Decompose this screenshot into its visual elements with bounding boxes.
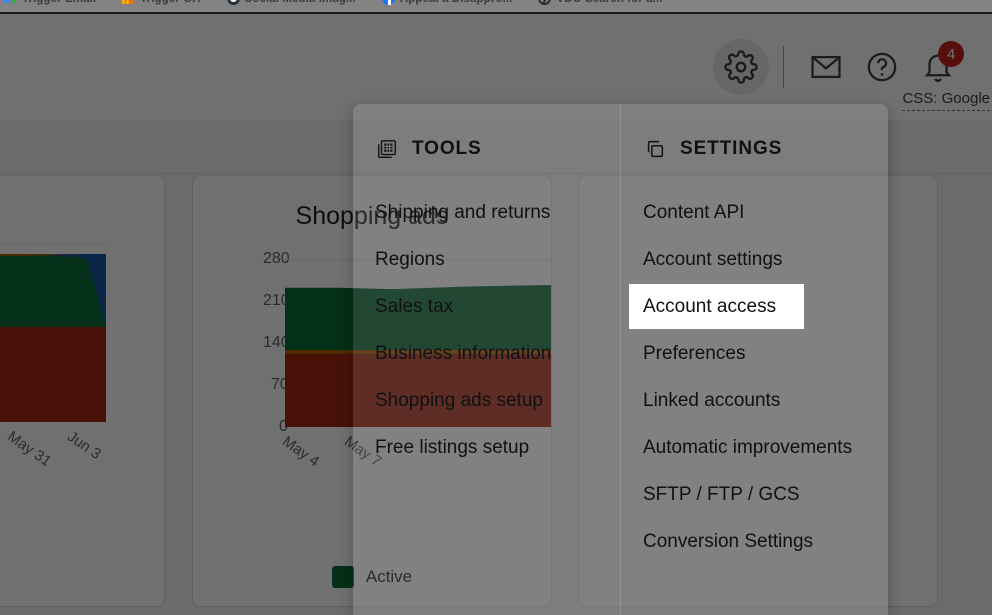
bookmark-item[interactable]: Trigger Email [4, 0, 96, 5]
facebook-icon [382, 0, 395, 5]
menu-item-regions[interactable]: Regions [375, 237, 620, 282]
tools-heading-label: TOOLS [412, 138, 482, 160]
bookmark-list: Trigger Email Trigger GA Social Media Im… [0, 0, 663, 5]
tools-heading: TOOLS [375, 138, 620, 160]
menu-item-content-api[interactable]: Content API [643, 190, 888, 235]
bookmark-label: Trigger Email [22, 0, 96, 5]
menu-item-automatic-improvements[interactable]: Automatic improvements [643, 425, 888, 470]
menu-item-preferences[interactable]: Preferences [643, 331, 888, 376]
clock-circle-icon [538, 0, 551, 5]
bookmark-label: Social Media Imag... [245, 0, 356, 5]
screen: Trigger Email Trigger GA Social Media Im… [0, 0, 992, 615]
bookmark-item[interactable]: Social Media Imag... [227, 0, 356, 5]
tools-settings-dropdown: TOOLS Shipping and returns Regions Sales… [353, 104, 888, 615]
bookmark-item[interactable]: VDO Search for a... [538, 0, 662, 5]
settings-heading: SETTINGS [643, 138, 888, 160]
bookmark-label: VDO Search for a... [556, 0, 662, 5]
analytics-icon [122, 0, 135, 5]
menu-item-account-settings[interactable]: Account settings [643, 237, 888, 282]
layers-copy-icon [644, 138, 666, 160]
bookmark-label: Trigger GA [140, 0, 200, 5]
menu-item-sftp-ftp-gcs[interactable]: SFTP / FTP / GCS [643, 472, 888, 517]
menu-item-shipping-and-returns[interactable]: Shipping and returns [375, 190, 620, 235]
menu-item-account-access[interactable]: Account access [629, 284, 804, 329]
settings-heading-label: SETTINGS [680, 138, 782, 160]
bookmark-label: Appeal a Disappro... [400, 0, 513, 5]
settings-column: SETTINGS Content API Account settings Ac… [621, 104, 888, 615]
gmail-icon [4, 0, 17, 5]
tools-column: TOOLS Shipping and returns Regions Sales… [353, 104, 621, 615]
menu-item-shopping-ads-setup[interactable]: Shopping ads setup [375, 378, 620, 423]
bookmark-item[interactable]: Appeal a Disappro... [382, 0, 513, 5]
menu-item-linked-accounts[interactable]: Linked accounts [643, 378, 888, 423]
menu-item-conversion-settings[interactable]: Conversion Settings [643, 519, 888, 564]
tools-grid-icon [376, 138, 398, 160]
menu-item-business-information[interactable]: Business information [375, 331, 620, 376]
bookmark-item[interactable]: Trigger GA [122, 0, 200, 5]
menu-item-free-listings-setup[interactable]: Free listings setup [375, 425, 620, 470]
dark-circle-icon [227, 0, 240, 5]
menu-item-sales-tax[interactable]: Sales tax [375, 284, 620, 329]
